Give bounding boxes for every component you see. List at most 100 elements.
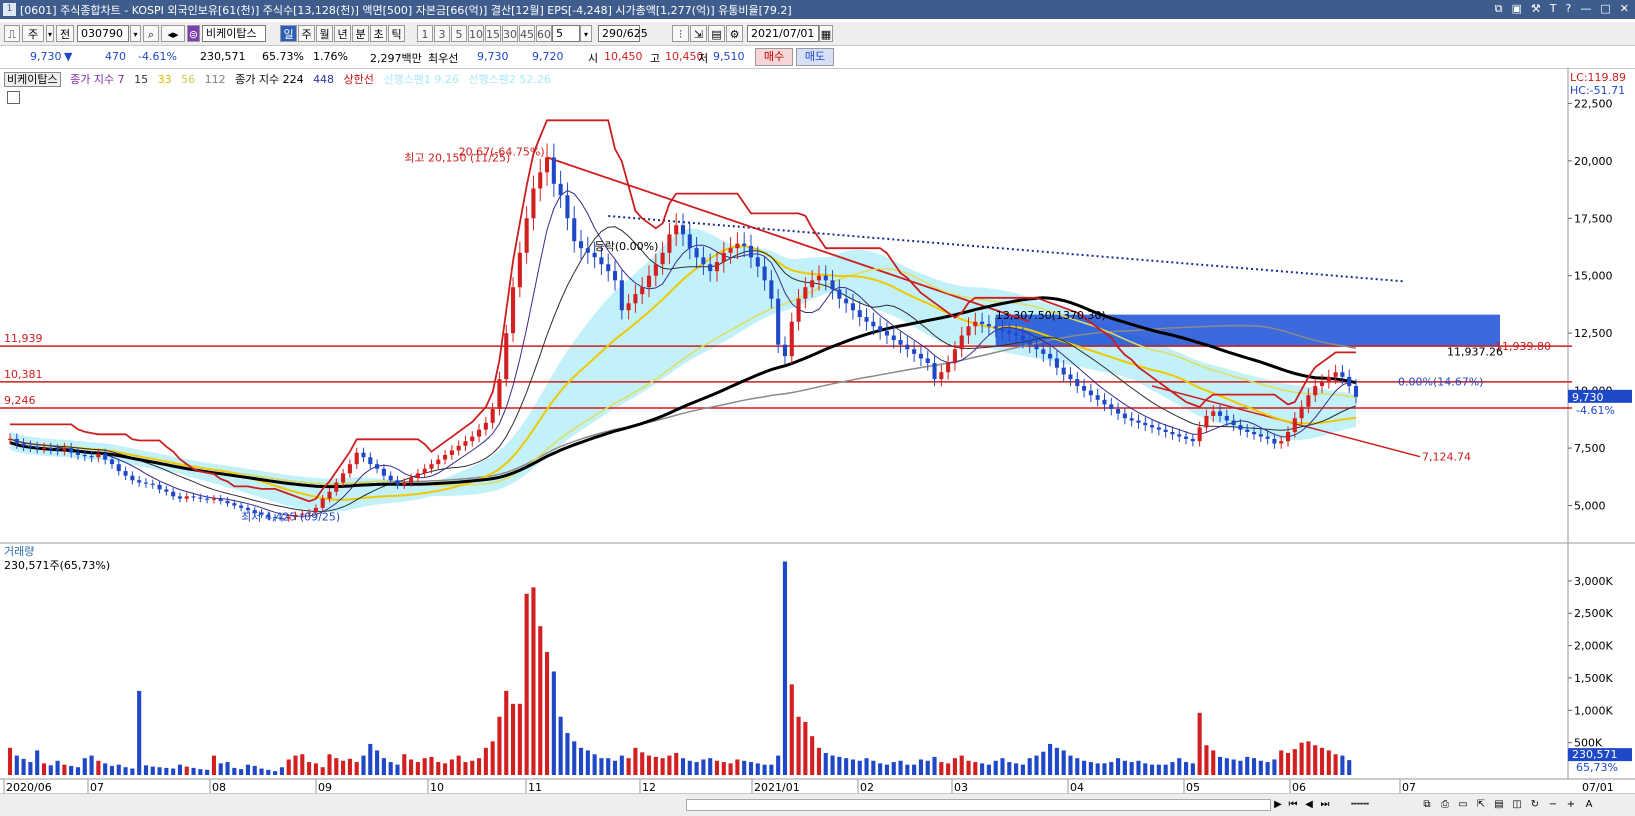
volume-bar: [1347, 760, 1352, 775]
candle-body: [347, 464, 352, 474]
volume-bar: [300, 754, 305, 775]
interval-button-3[interactable]: 3: [434, 25, 450, 42]
volume-bar: [755, 763, 760, 775]
print-icon[interactable]: ⎙: [1438, 798, 1452, 812]
type-select[interactable]: 주: [22, 25, 44, 42]
tool-icon[interactable]: ⚒: [1531, 2, 1541, 16]
window-icon[interactable]: ▭: [1456, 798, 1470, 812]
period-button-4[interactable]: 분: [352, 25, 369, 42]
period-button-0[interactable]: 일: [280, 25, 297, 42]
chart-icon[interactable]: ▤: [1492, 798, 1506, 812]
candle-style-icon[interactable]: ⫶: [672, 25, 689, 42]
volume-bar: [116, 764, 121, 775]
count-input[interactable]: 290/625: [598, 25, 648, 42]
volume-bar: [388, 762, 393, 775]
scroll-prev-icon[interactable]: ◀: [1302, 798, 1316, 812]
restore-icon[interactable]: □: [1600, 2, 1610, 16]
volume-bar: [925, 760, 930, 775]
candle-body: [1217, 411, 1223, 416]
period-button-5[interactable]: 초: [370, 25, 387, 42]
chevron-down-icon[interactable]: ▾: [46, 25, 54, 42]
volume-tick-label-3: 1,500K: [1574, 672, 1613, 685]
volume-bar: [1082, 760, 1087, 775]
candle-body: [1020, 335, 1025, 341]
text-icon[interactable]: T: [1550, 2, 1557, 16]
period-button-2[interactable]: 월: [316, 25, 333, 42]
copy-icon[interactable]: ⧉: [1420, 798, 1434, 812]
volume-bar: [368, 743, 373, 775]
candle-body: [769, 280, 774, 299]
candle-body: [1041, 349, 1046, 354]
volume-tick-label-1: 2,500K: [1574, 607, 1613, 620]
layout-icon[interactable]: ▣: [1512, 2, 1522, 16]
zoom-icon[interactable]: ⇲: [690, 25, 707, 42]
minimize-icon[interactable]: —: [1580, 2, 1591, 16]
candle-body: [959, 335, 964, 350]
volume-bar: [1075, 758, 1080, 775]
interval-input[interactable]: 5: [552, 25, 580, 42]
sell-button[interactable]: 매도: [796, 48, 834, 66]
prev-next-icon[interactable]: ◂▸: [161, 25, 185, 42]
scroll-first-icon[interactable]: ⏮: [1286, 798, 1300, 812]
candle-body: [1054, 358, 1059, 368]
code-dropdown-icon[interactable]: ▾: [130, 25, 141, 42]
interval-dropdown-icon[interactable]: ▾: [580, 25, 592, 42]
help-icon[interactable]: ?: [1566, 2, 1572, 16]
candle-body: [551, 157, 556, 184]
candle-body: [1258, 434, 1263, 437]
volume-bar: [646, 755, 652, 775]
scroll-right-icon[interactable]: ▶: [1272, 798, 1284, 812]
settings-icon[interactable]: ⚙: [726, 25, 743, 42]
low-label: 저: [698, 52, 709, 65]
volume-bar: [62, 764, 67, 775]
volume-bar: [742, 760, 747, 775]
refresh-icon[interactable]: ↻: [1528, 798, 1542, 812]
volume-bar: [816, 747, 822, 775]
interval-button-45[interactable]: 45: [519, 25, 535, 42]
candle-body: [789, 321, 794, 357]
stock-code-input[interactable]: 030790: [77, 25, 129, 42]
period-button-3[interactable]: 년: [334, 25, 351, 42]
zoom-in-icon[interactable]: +: [1564, 798, 1578, 812]
zoom-slider-icon[interactable]: ┅┅┅: [1340, 798, 1380, 812]
buy-button[interactable]: 매수: [755, 48, 793, 66]
scroll-last-icon[interactable]: ⏭: [1318, 798, 1332, 812]
candle-body: [980, 321, 985, 324]
volume-bar: [905, 764, 910, 775]
chart-type-icon[interactable]: ⎍: [4, 25, 20, 42]
price-volume-chart[interactable]: 11,93910,3819,246최고 20,150 (11/25)20.67(…: [0, 68, 1635, 793]
candle-body: [660, 252, 665, 265]
x-tick-label-2: 08: [212, 781, 226, 793]
calendar-icon[interactable]: ▦: [819, 25, 833, 42]
candle-body: [368, 457, 373, 465]
volume-bar: [429, 756, 434, 775]
period-button-1[interactable]: 주: [298, 25, 315, 42]
interval-button-15[interactable]: 15: [485, 25, 501, 42]
date-input[interactable]: 2021/07/01: [747, 25, 819, 42]
interval-button-60[interactable]: 60: [536, 25, 552, 42]
candle-body: [477, 429, 482, 437]
period-button-6[interactable]: 틱: [388, 25, 405, 42]
count-total: /625: [623, 27, 648, 40]
volume-bar: [1170, 762, 1175, 775]
interval-button-10[interactable]: 10: [468, 25, 484, 42]
search-icon[interactable]: ⌕: [143, 25, 159, 42]
interval-button-1[interactable]: 1: [417, 25, 433, 42]
volume-bar: [232, 767, 237, 775]
volume-bar: [946, 763, 951, 775]
close-icon[interactable]: ✕: [1620, 2, 1629, 16]
candle-body: [7, 438, 13, 440]
save-icon[interactable]: ▤: [708, 25, 725, 42]
zoom-out-icon[interactable]: −: [1546, 798, 1560, 812]
volume-bar: [694, 762, 699, 775]
font-size-icon[interactable]: A: [1582, 798, 1596, 812]
link-icon[interactable]: ⧉: [1495, 2, 1503, 16]
scroll-track[interactable]: [686, 799, 1271, 811]
interval-button-5[interactable]: 5: [451, 25, 467, 42]
scroll-bar[interactable]: ▶ ⏮ ◀ ⏭ ┅┅┅ ⧉ ⎙ ▭ ⇱ ▤ ◫ ↻ − + A: [0, 793, 1635, 816]
scope-button[interactable]: 전: [56, 25, 74, 42]
layout-icon[interactable]: ◫: [1510, 798, 1524, 812]
expand-icon[interactable]: ⇱: [1474, 798, 1488, 812]
interval-button-30[interactable]: 30: [502, 25, 518, 42]
volume-bar: [327, 754, 332, 775]
